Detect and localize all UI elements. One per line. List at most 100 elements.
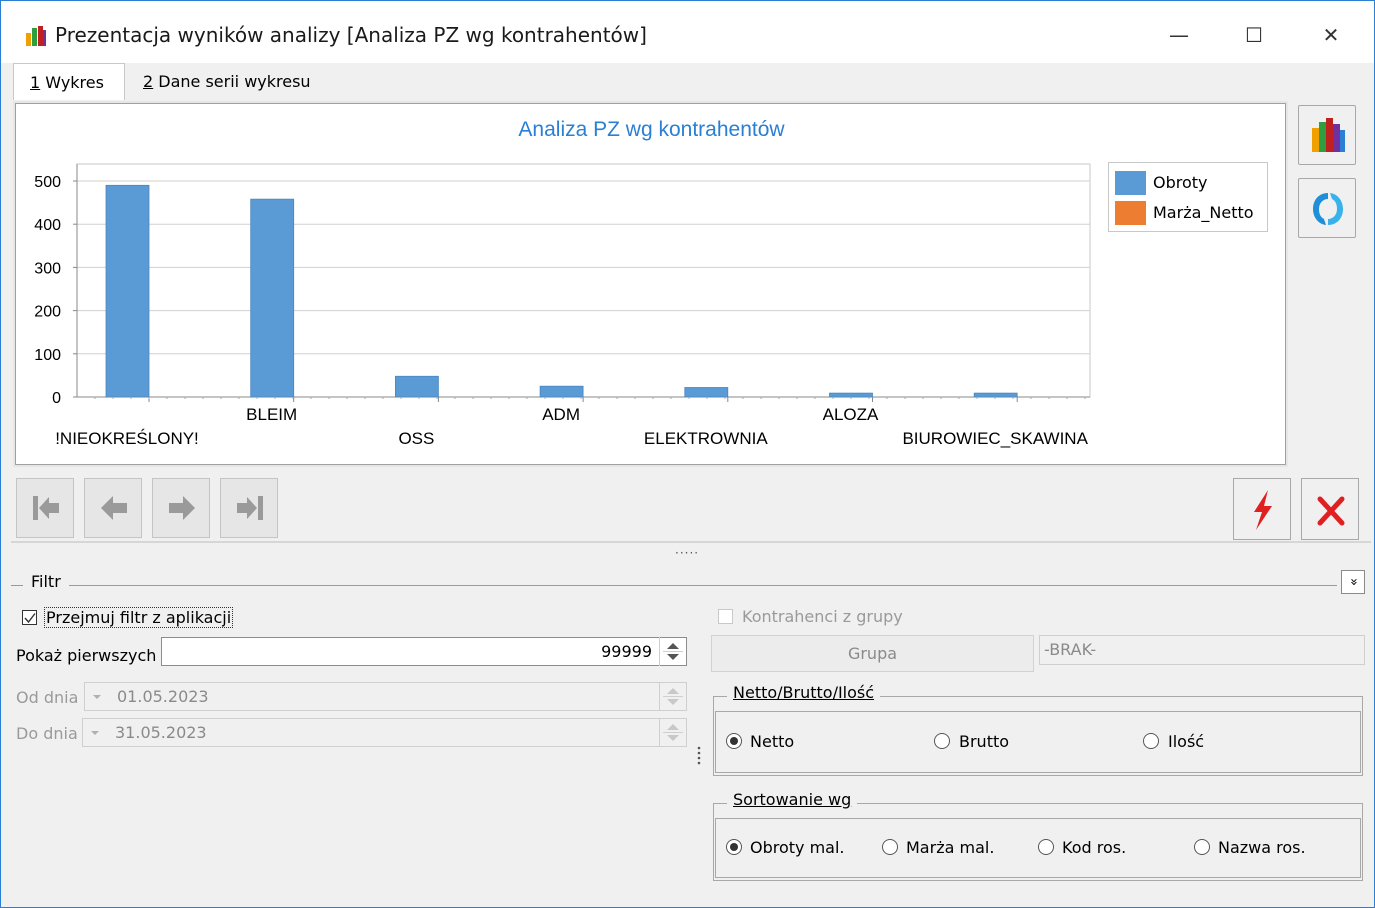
radio-brutto-label[interactable]: Brutto [959, 732, 1009, 751]
do-dnia-dropdown-icon[interactable] [89, 727, 101, 739]
chart-legend: Obroty Marża_Netto [1108, 162, 1268, 232]
radio-ilosc[interactable] [1143, 733, 1159, 749]
collapse-filter-button[interactable]: » [1341, 570, 1365, 594]
od-dnia-spinner[interactable] [659, 682, 686, 711]
spin-up-icon[interactable] [667, 643, 679, 649]
bar-chart: 0 100 200 300 400 500 !NIEOKREŚLONY! BLEIM OSS AD… [34, 163, 1091, 448]
przejmuj-filtr-checkbox[interactable] [22, 610, 37, 625]
bar-obroty [394, 375, 439, 398]
chart-type-button[interactable] [1298, 105, 1356, 165]
radio-marza-mal-label[interactable]: Marża mal. [906, 838, 994, 857]
kontrahenci-z-grupy-checkbox[interactable] [718, 609, 733, 624]
x-tick-label: ELEKTROWNIA [644, 429, 768, 448]
x-tick-label: BLEIM [246, 405, 297, 424]
spin-divider [663, 651, 683, 652]
spin-down-icon[interactable] [667, 735, 679, 741]
radio-brutto[interactable] [934, 733, 950, 749]
window-title: Prezentacja wyników analizy [Analiza PZ … [55, 23, 647, 47]
do-dnia-spinner[interactable] [659, 718, 686, 747]
nav-first-button[interactable] [16, 478, 74, 538]
tab-wykres[interactable]: 1 Wykres [13, 63, 125, 100]
pokaz-pierwszych-spinner[interactable] [659, 637, 686, 666]
legend-label-marza: Marża_Netto [1153, 203, 1254, 222]
splitter-grip-icon[interactable]: ····· [675, 546, 699, 560]
previous-record-icon [101, 496, 127, 520]
analysis-window: Prezentacja wyników analizy [Analiza PZ … [0, 0, 1375, 908]
spin-up-icon[interactable] [667, 724, 679, 730]
nav-next-button[interactable] [152, 478, 210, 538]
nav-previous-button[interactable] [84, 478, 142, 538]
radio-nazwa-ros-label[interactable]: Nazwa ros. [1218, 838, 1306, 857]
refresh-button[interactable] [1298, 178, 1356, 238]
first-record-icon [33, 496, 59, 520]
maximize-button[interactable]: ☐ [1234, 19, 1274, 51]
bar-obroty [539, 385, 584, 398]
y-tick-label: 500 [34, 174, 61, 191]
netto-brutto-ilosc-inner [715, 711, 1361, 773]
y-tick-label: 100 [34, 347, 61, 364]
radio-kod-ros[interactable] [1038, 839, 1054, 855]
checkmark-icon [24, 613, 36, 624]
bar-obroty [250, 198, 295, 398]
minimize-button[interactable]: — [1159, 19, 1199, 51]
close-button[interactable] [1301, 478, 1359, 540]
tab-dane-serii[interactable]: 2 Dane serii wykresu [127, 63, 311, 100]
od-dnia-dropdown-icon[interactable] [91, 691, 103, 703]
legend-swatch-marza [1115, 201, 1146, 225]
pokaz-pierwszych-input[interactable]: 99999 [161, 637, 687, 666]
splitter[interactable] [11, 541, 1371, 543]
y-tick-label: 200 [34, 304, 61, 321]
radio-nazwa-ros[interactable] [1194, 839, 1210, 855]
grupa-value-field[interactable]: -BRAK- [1039, 635, 1365, 665]
pokaz-pierwszych-label: Pokaż pierwszych [16, 646, 157, 665]
x-tick-label: OSS [398, 429, 434, 448]
x-tick-label: !NIEOKREŚLONY! [55, 429, 199, 448]
radio-netto[interactable] [726, 733, 742, 749]
spin-divider [663, 696, 683, 697]
run-analysis-button[interactable] [1233, 478, 1291, 540]
spin-up-icon[interactable] [667, 688, 679, 694]
refresh-icon [1313, 193, 1343, 225]
bar-obroty [829, 392, 873, 398]
x-tick-label: BIUROWIEC_SKAWINA [902, 429, 1088, 448]
last-record-icon [237, 496, 263, 520]
do-dnia-input[interactable]: 31.05.2023 [82, 718, 687, 747]
grupa-button[interactable]: Grupa [711, 635, 1034, 672]
close-red-icon [1317, 496, 1345, 526]
spin-divider [663, 732, 683, 733]
legend-label-obroty: Obroty [1153, 173, 1208, 192]
vertical-splitter-grip-icon[interactable] [696, 745, 702, 765]
y-tick-label: 300 [34, 260, 61, 277]
y-tick-label: 400 [34, 217, 61, 234]
y-tick-label: 0 [52, 390, 61, 407]
netto-group-title: Netto/Brutto/Ilość [727, 683, 881, 702]
tab-dane-key: 2 [143, 72, 154, 91]
radio-ilosc-label[interactable]: Ilość [1168, 732, 1204, 751]
sort-group-title: Sortowanie wg [727, 790, 858, 809]
radio-marza-mal[interactable] [882, 839, 898, 855]
radio-obroty-mal[interactable] [726, 839, 742, 855]
tab-wykres-key: 1 [30, 73, 41, 92]
filter-separator [11, 585, 1337, 586]
bar-obroty [973, 392, 1018, 398]
radio-kod-ros-label[interactable]: Kod ros. [1062, 838, 1126, 857]
plot-area [76, 163, 1091, 398]
tab-dane-label: Dane serii wykresu [153, 72, 311, 91]
close-window-button[interactable]: ✕ [1311, 19, 1351, 51]
title-bar: Prezentacja wyników analizy [Analiza PZ … [1, 1, 1374, 63]
x-tick-label: ALOZA [823, 405, 879, 424]
bar-chart-app-icon [26, 26, 46, 46]
radio-obroty-mal-label[interactable]: Obroty mal. [750, 838, 845, 857]
radio-netto-label[interactable]: Netto [750, 732, 794, 751]
bar-obroty [684, 387, 729, 398]
nav-last-button[interactable] [220, 478, 278, 538]
przejmuj-filtr-label[interactable]: Przejmuj filtr z aplikacji [44, 607, 234, 628]
spin-down-icon[interactable] [667, 699, 679, 705]
chart-panel: Analiza PZ wg kontrahentów 0 100 200 300 400… [13, 101, 1288, 467]
spin-down-icon[interactable] [667, 654, 679, 660]
lightning-icon [1254, 490, 1272, 530]
filter-title: Filtr [23, 572, 69, 591]
tab-strip: 1 Wykres 2 Dane serii wykresu [11, 63, 1371, 100]
tab-wykres-label: Wykres [40, 73, 104, 92]
od-dnia-input[interactable]: 01.05.2023 [84, 682, 687, 711]
